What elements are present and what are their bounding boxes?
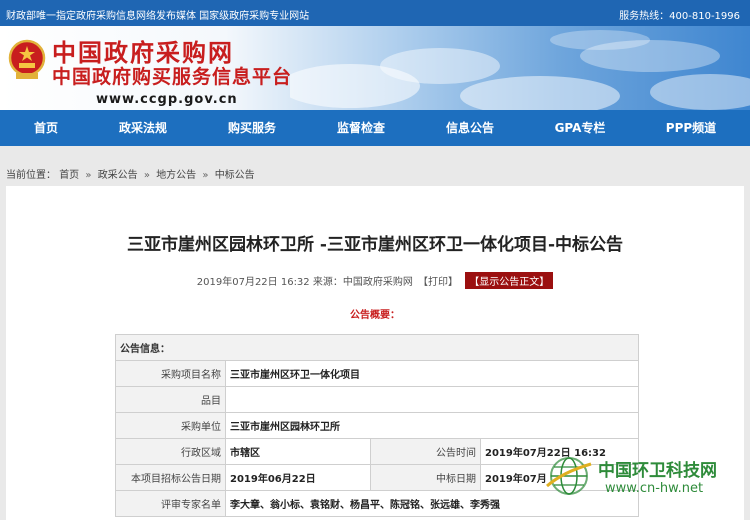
row-label: 本项目招标公告日期 <box>115 464 226 491</box>
show-text-button[interactable]: 【显示公告正文】 <box>465 272 554 289</box>
site-slogan: 财政部唯一指定政府采购信息网络发布媒体 国家级政府采购专业网站 <box>6 11 310 22</box>
breadcrumb-separator: » <box>202 170 209 181</box>
site-title: 中国政府采购网 <box>52 38 234 67</box>
row-label: 中标日期 <box>370 464 481 491</box>
breadcrumb-separator: » <box>143 170 150 181</box>
row-label: 采购项目名称 <box>115 360 226 387</box>
watermark-name: 中国环卫科技网 <box>598 461 717 481</box>
row-label: 评审专家名单 <box>115 490 226 517</box>
nav-item-ppp[interactable]: PPP频道 <box>651 110 731 146</box>
table-row: 品目 <box>115 386 639 413</box>
breadcrumb-label: 当前位置： <box>6 170 56 181</box>
publish-info: 2019年07月22日 16:32 来源：中国政府采购网 <box>196 277 413 288</box>
watermark: 中国环卫科技网 www.cn-hw.net <box>545 452 750 504</box>
overview-heading: 公告概要： <box>350 310 400 321</box>
row-label: 行政区域 <box>115 438 226 465</box>
row-label: 采购单位 <box>115 412 226 439</box>
cloud-background <box>290 30 750 110</box>
nav-item-supervision[interactable]: 监督检查 <box>321 110 401 146</box>
breadcrumb-local[interactable]: 地方公告 <box>156 170 196 181</box>
table-row: 公告信息： <box>115 334 639 361</box>
nav-item-home[interactable]: 首页 <box>6 110 86 146</box>
breadcrumb-separator: » <box>85 170 92 181</box>
nav-item-purchase-services[interactable]: 购买服务 <box>212 110 292 146</box>
row-value: 市辖区 <box>225 438 371 465</box>
main-nav: 首页 政采法规 购买服务 监督检查 信息公告 GPA专栏 PPP频道 <box>0 110 750 146</box>
announcement-meta: 2019年07月22日 16:32 来源：中国政府采购网 【打印】 【显示公告正… <box>6 272 744 289</box>
breadcrumb-home[interactable]: 首页 <box>59 170 79 181</box>
nav-item-gpa[interactable]: GPA专栏 <box>540 110 620 146</box>
service-hotline: 服务热线：400-810-1996 <box>619 11 740 22</box>
row-label: 公告时间 <box>370 438 481 465</box>
breadcrumb-award[interactable]: 中标公告 <box>215 170 255 181</box>
row-value <box>225 386 639 413</box>
site-url: www.ccgp.gov.cn <box>96 92 238 107</box>
row-value: 2019年06月22日 <box>225 464 371 491</box>
nav-item-regulations[interactable]: 政采法规 <box>103 110 183 146</box>
top-bar: 财政部唯一指定政府采购信息网络发布媒体 国家级政府采购专业网站 服务热线：400… <box>0 0 750 26</box>
row-label: 品目 <box>115 386 226 413</box>
site-banner: 中国政府采购网 中国政府购买服务信息平台 www.ccgp.gov.cn <box>0 26 750 110</box>
announcement-title: 三亚市崖州区园林环卫所 -三亚市崖州区环卫一体化项目-中标公告 <box>126 235 624 255</box>
globe-logo-icon <box>546 457 592 495</box>
table-row: 采购项目名称 三亚市崖州区环卫一体化项目 <box>115 360 639 387</box>
watermark-url: www.cn-hw.net <box>605 481 704 496</box>
nav-item-announcements[interactable]: 信息公告 <box>430 110 510 146</box>
table-row: 采购单位 三亚市崖州区园林环卫所 <box>115 412 639 439</box>
row-value: 三亚市崖州区环卫一体化项目 <box>225 360 639 387</box>
site-subtitle: 中国政府购买服务信息平台 <box>52 66 293 88</box>
print-link[interactable]: 【打印】 <box>418 277 458 288</box>
breadcrumb-gov-procurement[interactable]: 政采公告 <box>98 170 138 181</box>
national-emblem-icon <box>8 39 46 79</box>
table-header: 公告信息： <box>115 334 639 361</box>
row-value: 三亚市崖州区园林环卫所 <box>225 412 639 439</box>
breadcrumb: 当前位置： 首页 » 政采公告 » 地方公告 » 中标公告 <box>6 166 255 181</box>
